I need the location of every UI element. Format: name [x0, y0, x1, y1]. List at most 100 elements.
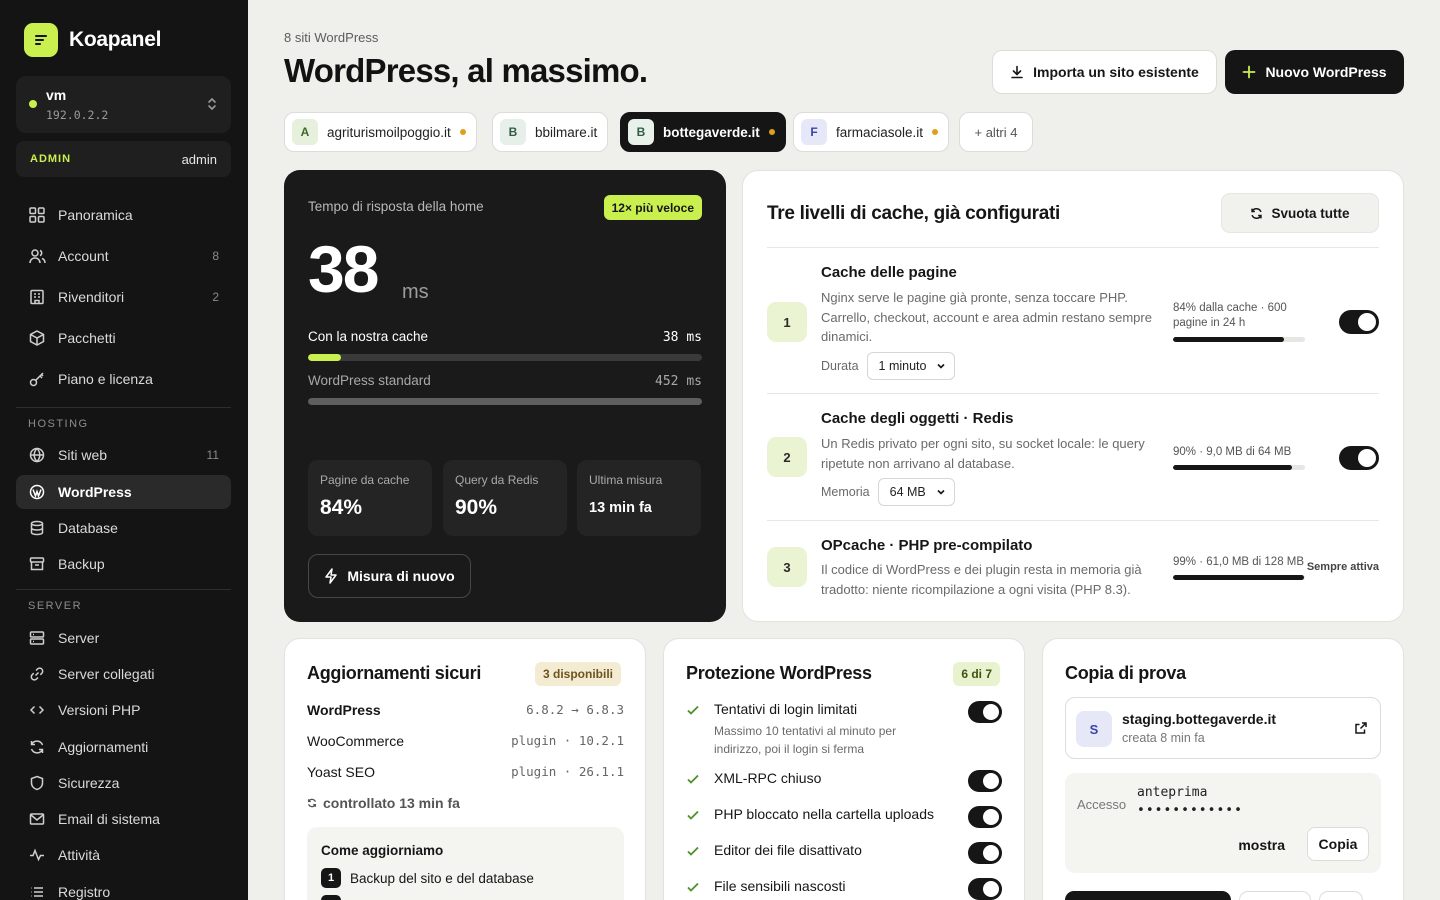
level-stat: 99% · 61,0 MB di 128 MB — [1173, 556, 1305, 568]
external-link-icon[interactable] — [1354, 721, 1368, 735]
check-icon — [686, 808, 700, 822]
stat-value: 90% — [455, 496, 498, 519]
level-title: Cache delle pagine — [821, 264, 957, 281]
file-editor-toggle[interactable] — [968, 842, 1002, 864]
xmlrpc-toggle[interactable] — [968, 770, 1002, 792]
level-number: 1 — [767, 302, 807, 342]
update-row-wordpress[interactable]: WordPress 6.8.2 → 6.8.3 — [307, 702, 624, 718]
nav-count: 8 — [212, 249, 219, 263]
site-tab-farmaciasole[interactable]: F farmaciasole.it — [793, 112, 950, 152]
memory-value: 64 MB — [889, 485, 926, 499]
sidebar: Koapanel vm 192.0.2.2 ADMIN admin Panora… — [0, 0, 248, 900]
nav-item-backup[interactable]: Backup — [16, 547, 231, 581]
level-description: Nginx serve le pagine già pronte, senza … — [821, 290, 1152, 344]
nav-item-sicurezza[interactable]: Sicurezza — [16, 766, 231, 800]
level-stat: 84% dalla cache · 600 pagine in 24 h — [1173, 302, 1287, 329]
staging-title: Copia di prova — [1065, 663, 1186, 683]
stat-label: Query da Redis — [455, 473, 539, 487]
nav-item-wordpress[interactable]: WordPress — [16, 475, 231, 509]
nav-label: Account — [58, 248, 109, 264]
nav-item-server[interactable]: Server — [16, 621, 231, 655]
building-icon — [28, 288, 46, 306]
sites-count: 8 siti WordPress — [284, 30, 379, 45]
staging-secondary-button[interactable] — [1239, 891, 1311, 900]
stat-label: Pagine da cache — [320, 473, 410, 487]
access-password: •••••••••••• — [1137, 803, 1243, 818]
new-wordpress-button[interactable]: Nuovo WordPress — [1225, 50, 1404, 94]
update-name: WooCommerce — [307, 733, 404, 749]
nav-item-piano-licenza[interactable]: Piano e licenza — [16, 362, 231, 396]
login-limit-toggle[interactable] — [968, 701, 1002, 723]
staging-created: creata 8 min fa — [1122, 731, 1205, 745]
refresh-icon — [1250, 207, 1263, 220]
import-site-button[interactable]: Importa un sito esistente — [992, 50, 1217, 94]
site-tab-agriturismoilpoggio[interactable]: A agriturismoilpoggio.it — [284, 112, 477, 152]
nav-item-panoramica[interactable]: Panoramica — [16, 198, 231, 232]
level-bar-fill — [1173, 465, 1292, 470]
step-number — [321, 895, 341, 900]
memory-select[interactable]: 64 MB — [877, 478, 955, 506]
protection-sub: Massimo 10 tentativi al minuto per indir… — [714, 724, 897, 756]
nav-label: Backup — [58, 556, 105, 572]
nav-item-aggiornamenti[interactable]: Aggiornamenti — [16, 730, 231, 764]
nav-item-attivita[interactable]: Attività — [16, 838, 231, 872]
brand[interactable]: Koapanel — [24, 23, 161, 57]
nav-label: Attività — [58, 847, 101, 863]
our-cache-label: Con la nostra cache — [308, 329, 429, 344]
site-tab-bbilmare[interactable]: B bbilmare.it — [492, 112, 609, 152]
copy-button[interactable]: Copia — [1307, 827, 1369, 861]
level-bar-fill — [1173, 337, 1284, 342]
staging-site[interactable]: S staging.bottegaverde.it creata 8 min f… — [1065, 697, 1381, 759]
import-site-label: Importa un sito esistente — [1033, 64, 1199, 80]
nav-item-account[interactable]: Account 8 — [16, 239, 231, 273]
staging-avatar: S — [1076, 711, 1112, 747]
link-icon — [28, 665, 46, 683]
redis-cache-toggle[interactable] — [1339, 446, 1379, 470]
nav-item-rivenditori[interactable]: Rivenditori 2 — [16, 280, 231, 314]
page-cache-toggle[interactable] — [1339, 310, 1379, 334]
stat-label: Ultima misura — [589, 473, 663, 487]
nav-item-versioni-php[interactable]: Versioni PHP — [16, 693, 231, 727]
sensitive-files-toggle[interactable] — [968, 878, 1002, 900]
nav-item-database[interactable]: Database — [16, 511, 231, 545]
updates-title: Aggiornamenti sicuri — [307, 663, 482, 683]
nav-item-pacchetti[interactable]: Pacchetti — [16, 321, 231, 355]
how-we-update-box: Come aggiorniamo 1 Backup del sito e del… — [307, 827, 624, 900]
level-bar-fill — [1173, 575, 1304, 580]
flush-all-button[interactable]: Svuota tutte — [1221, 193, 1379, 233]
staging-more-button[interactable] — [1319, 891, 1363, 900]
site-tab-bottegaverde[interactable]: B bottegaverde.it — [620, 112, 786, 152]
update-row-yoast[interactable]: Yoast SEO plugin · 26.1.1 — [307, 764, 624, 780]
server-selector[interactable]: vm 192.0.2.2 — [16, 76, 231, 133]
divider — [767, 393, 1379, 394]
flush-all-label: Svuota tutte — [1271, 205, 1350, 221]
nav-label: Siti web — [58, 447, 108, 463]
standard-wp-bar-fill — [308, 398, 702, 405]
nav-label: Server — [58, 630, 100, 646]
nav-item-registro[interactable]: Registro — [16, 875, 231, 900]
nav-label: Server collegati — [58, 666, 155, 682]
duration-label: Durata — [821, 359, 859, 373]
remeasure-button[interactable]: Misura di nuovo — [308, 554, 471, 598]
last-check-label: controllato 13 min fa — [323, 795, 460, 811]
duration-select[interactable]: 1 minuto — [866, 352, 956, 380]
role-user: admin — [181, 151, 217, 167]
protection-label: Editor dei file disattivato — [714, 842, 862, 858]
show-password-button[interactable]: mostra — [1238, 837, 1285, 853]
uploads-php-toggle[interactable] — [968, 806, 1002, 828]
update-row-woocommerce[interactable]: WooCommerce plugin · 10.2.1 — [307, 733, 624, 749]
check-icon — [686, 703, 700, 717]
nav-item-siti-web[interactable]: Siti web 11 — [16, 438, 231, 472]
more-sites-button[interactable]: + altri 4 — [959, 112, 1033, 152]
access-label: Accesso — [1077, 797, 1127, 812]
nav-item-email-sistema[interactable]: Email di sistema — [16, 802, 231, 836]
shield-icon — [28, 774, 46, 792]
globe-icon — [28, 446, 46, 464]
nav-label: Piano e licenza — [58, 371, 153, 387]
staging-primary-button[interactable] — [1065, 891, 1231, 900]
standard-wp-label: WordPress standard — [308, 373, 431, 388]
stat-redis-queries: Query da Redis 90% — [443, 460, 567, 536]
update-version: plugin · 10.2.1 — [511, 733, 624, 748]
nav-item-server-collegati[interactable]: Server collegati — [16, 657, 231, 691]
nav-label: Aggiornamenti — [58, 739, 149, 755]
